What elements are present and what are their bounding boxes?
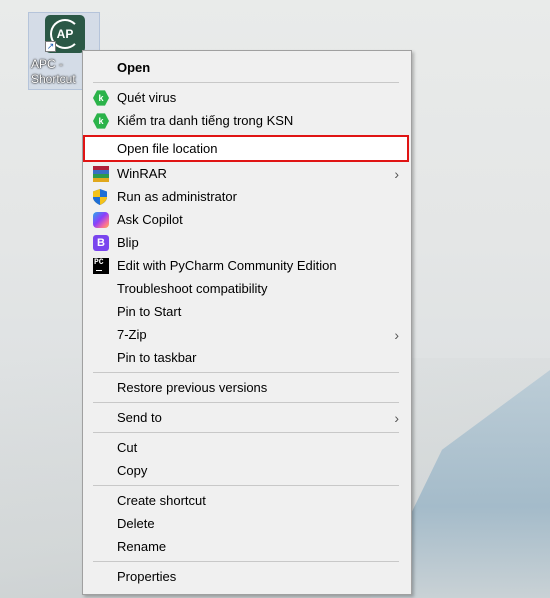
menu-item-properties[interactable]: Properties (85, 566, 409, 588)
menu-item-troubleshoot-compatibility[interactable]: Troubleshoot compatibility (85, 278, 409, 300)
menu-item-label: Kiểm tra danh tiếng trong KSN (117, 113, 294, 128)
submenu-arrow-icon: › (394, 410, 399, 426)
menu-item-label: Open file location (117, 141, 218, 156)
menu-item-label: Troubleshoot compatibility (117, 281, 268, 296)
menu-item-label: Open (117, 60, 151, 75)
kaspersky-icon: k (93, 113, 109, 129)
menu-separator (93, 561, 399, 562)
kaspersky-icon: k (93, 90, 109, 106)
menu-item-blip[interactable]: B Blip (85, 232, 409, 254)
pycharm-icon: PC (93, 258, 109, 274)
context-menu: Open k Quét virus k Kiểm tra danh tiếng … (82, 50, 412, 595)
menu-item-pin-to-start[interactable]: Pin to Start (85, 301, 409, 323)
menu-item-open-file-location[interactable]: Open file location (85, 138, 409, 160)
menu-separator (93, 372, 399, 373)
menu-item-label: Pin to taskbar (117, 350, 197, 365)
menu-item-run-as-administrator[interactable]: Run as administrator (85, 186, 409, 208)
menu-item-label: Restore previous versions (117, 380, 268, 395)
menu-item-label: 7-Zip (117, 327, 147, 342)
menu-item-label: Edit with PyCharm Community Edition (117, 258, 337, 273)
winrar-icon (93, 166, 109, 182)
menu-item-label: Send to (117, 410, 162, 425)
menu-item-rename[interactable]: Rename (85, 536, 409, 558)
menu-item-winrar[interactable]: WinRAR › (85, 163, 409, 185)
copilot-icon (93, 212, 109, 228)
menu-separator (93, 82, 399, 83)
menu-item-label: Ask Copilot (117, 212, 183, 227)
menu-item-check-reputation-ksn[interactable]: k Kiểm tra danh tiếng trong KSN (85, 110, 409, 132)
submenu-arrow-icon: › (394, 327, 399, 343)
menu-item-label: Delete (117, 516, 155, 531)
menu-item-copy[interactable]: Copy (85, 460, 409, 482)
uac-shield-icon (93, 189, 109, 205)
menu-item-cut[interactable]: Cut (85, 437, 409, 459)
menu-item-send-to[interactable]: Send to › (85, 407, 409, 429)
shortcut-arrow-icon: ↗ (45, 41, 56, 52)
menu-item-delete[interactable]: Delete (85, 513, 409, 535)
menu-item-create-shortcut[interactable]: Create shortcut (85, 490, 409, 512)
menu-item-label: Create shortcut (117, 493, 206, 508)
menu-item-7zip[interactable]: 7-Zip › (85, 324, 409, 346)
submenu-arrow-icon: › (394, 166, 399, 182)
menu-separator (93, 402, 399, 403)
menu-item-edit-with-pycharm[interactable]: PC Edit with PyCharm Community Edition (85, 255, 409, 277)
menu-item-label: WinRAR (117, 166, 167, 181)
menu-item-label: Blip (117, 235, 139, 250)
blip-icon: B (93, 235, 109, 251)
menu-item-label: Run as administrator (117, 189, 237, 204)
menu-item-open[interactable]: Open (85, 57, 409, 79)
menu-item-label: Cut (117, 440, 138, 455)
menu-item-label: Rename (117, 539, 167, 554)
menu-item-label: Quét virus (117, 90, 177, 105)
menu-item-pin-to-taskbar[interactable]: Pin to taskbar (85, 347, 409, 369)
menu-separator (93, 432, 399, 433)
menu-item-scan-virus[interactable]: k Quét virus (85, 87, 409, 109)
menu-item-label: Copy (117, 463, 148, 478)
menu-item-label: Pin to Start (117, 304, 182, 319)
menu-item-ask-copilot[interactable]: Ask Copilot (85, 209, 409, 231)
menu-item-restore-previous-versions[interactable]: Restore previous versions (85, 377, 409, 399)
menu-separator (93, 485, 399, 486)
menu-item-label: Properties (117, 569, 177, 584)
